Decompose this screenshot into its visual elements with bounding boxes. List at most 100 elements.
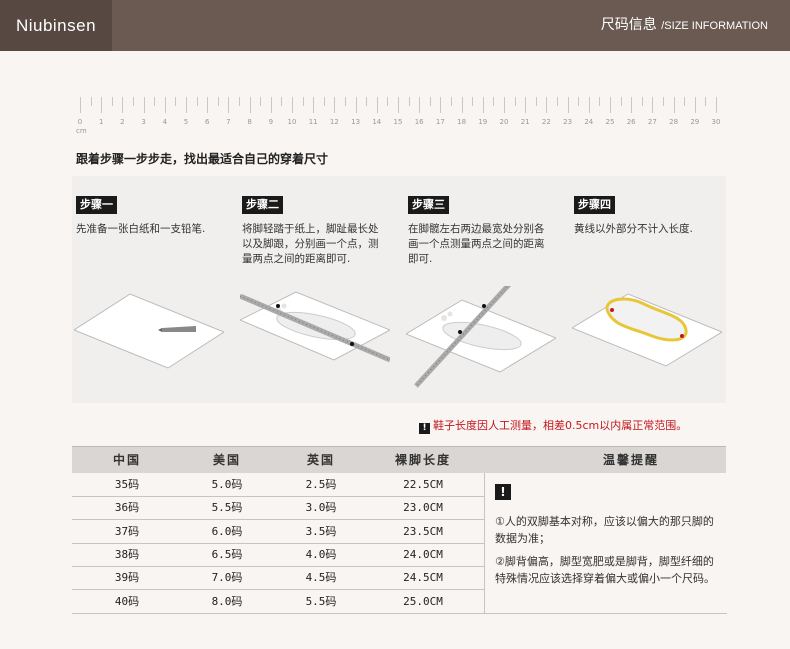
ruler-tick	[387, 97, 389, 106]
ruler-tick	[461, 97, 463, 113]
cell-uk: 2.5码	[305, 478, 337, 491]
ruler-number: 24	[584, 118, 594, 126]
ruler-tick	[610, 97, 611, 113]
paper-pencil-illustration	[74, 293, 224, 369]
ruler-number: 29	[690, 118, 700, 126]
ruler-tick	[133, 97, 134, 106]
ruler-number: 20	[499, 118, 509, 126]
step-2-desc: 将脚轻踏于纸上，脚趾最长处以及脚跟，分别画一个点，测量两点之间的距离即可.	[242, 223, 379, 265]
ruler-tick	[366, 97, 368, 106]
ruler-number: 7	[226, 118, 231, 126]
cell-foot-length: 25.0CM	[403, 594, 443, 608]
ruler-tick	[567, 97, 569, 113]
ruler-number: 18	[457, 118, 467, 126]
ruler-tick	[684, 97, 686, 106]
ruler-tick	[313, 97, 315, 113]
ruler-number: 21	[520, 118, 530, 126]
ruler-number: 4	[162, 118, 168, 126]
table-row: 38码 6.5码 4.0码 24.0CM	[72, 543, 484, 567]
header-bar: Niubinsen 尺码信息 /SIZE INFORMATION	[0, 0, 790, 51]
ruler-tick	[578, 97, 580, 106]
ruler-tick	[345, 97, 346, 106]
cell-china: 35码	[114, 478, 140, 491]
ruler-tick	[504, 97, 505, 113]
ruler-number: 23	[563, 118, 573, 126]
ruler-tick	[239, 97, 240, 106]
ruler-tick	[302, 97, 304, 106]
table-row: 37码 6.0码 3.5码 23.5CM	[72, 520, 484, 544]
ruler-tick	[249, 97, 251, 113]
tip-2: ②脚背偏高，脚型宽肥或是脚背，脚型纤细的特殊情况应该选择穿着偏大或偏小一个尺码。	[495, 555, 715, 585]
header-foot-length: 裸脚长度	[394, 453, 451, 467]
foot-outline-illustration	[572, 293, 722, 367]
ruler-number: 27	[647, 118, 657, 126]
ruler-tick	[451, 97, 452, 106]
ruler-number: 16	[414, 118, 424, 126]
ruler-tick	[631, 97, 633, 113]
step-1-desc: 先准备一张白纸和一支铅笔.	[76, 223, 206, 235]
ruler-tick	[281, 97, 283, 106]
ruler-number: 28	[669, 118, 679, 126]
ruler-tick	[535, 97, 537, 106]
size-table: 中国 美国 英国 裸脚长度 温馨提醒 35码 5.0码 2.5码 22.5CM 36码 5…	[72, 446, 727, 614]
table-row: 40码 8.0码 5.5码 25.0CM	[72, 590, 484, 614]
cell-foot-length: 24.5CM	[403, 571, 443, 585]
ruler-number: 25	[605, 118, 615, 126]
cell-china: 39码	[114, 571, 140, 585]
ruler-number: 13	[351, 118, 361, 126]
section-title-cn: 尺码信息	[600, 17, 657, 33]
ruler-tick	[673, 97, 675, 113]
ruler-number: 9	[268, 118, 274, 126]
ruler-tick	[440, 97, 442, 113]
warning-icon: !	[419, 423, 430, 434]
ruler-number: 30	[711, 118, 721, 126]
cell-foot-length: 24.0CM	[403, 547, 443, 561]
section-title-en: /SIZE INFORMATION	[661, 20, 768, 32]
table-row: 36码 5.5码 3.0码 23.0CM	[72, 496, 484, 521]
ruler-tick	[164, 97, 166, 113]
ruler-tick	[228, 97, 230, 113]
ruler-number: 17	[435, 118, 445, 126]
ruler-tick	[217, 97, 219, 106]
cell-uk: 3.0码	[305, 501, 337, 515]
ruler-number: 2	[120, 118, 125, 126]
ruler-tick	[620, 97, 622, 106]
step-2: 步骤二 将脚轻踏于纸上，脚趾最长处以及脚跟，分别画一个点，测量两点之间的距离即可…	[242, 193, 380, 267]
ruler-number: 5	[183, 118, 189, 126]
ruler-tick	[429, 97, 431, 106]
ruler-tick	[398, 97, 399, 113]
cell-foot-length: 23.0CM	[403, 501, 443, 515]
cell-foot-length: 22.5CM	[403, 478, 443, 491]
cell-uk: 4.0码	[305, 547, 337, 561]
header-china: 中国	[112, 453, 141, 467]
ruler-tick	[80, 97, 81, 113]
measurement-notice: ! 鞋子长度因人工测量，相差0.5cm以内属正常范围。	[419, 417, 687, 434]
ruler-tick	[101, 97, 103, 113]
cell-china: 37码	[114, 524, 140, 538]
tips-panel: ! ①人的双脚基本对称，应该以偏大的那只脚的数据为准； ②脚背偏高，脚型宽肥或是…	[484, 473, 727, 614]
cell-foot-length: 23.5CM	[403, 524, 443, 538]
cell-china: 36码	[114, 501, 140, 515]
ruler-number: 22	[541, 118, 551, 126]
step-1-label: 步骤一	[76, 196, 117, 214]
ruler-tick	[599, 97, 601, 106]
ruler-tick	[175, 97, 177, 106]
ruler-tick	[641, 97, 643, 106]
table-row: 39码 7.0码 4.5码 24.5CM	[72, 566, 484, 591]
notice-text: 鞋子长度因人工测量，相差0.5cm以内属正常范围。	[433, 419, 688, 432]
ruler-tick	[546, 97, 548, 113]
guide-text: 跟着步骤一步步走，找出最适合自己的穿着尺寸	[76, 152, 329, 166]
cell-uk: 3.5码	[305, 524, 337, 538]
ruler-tick	[408, 97, 410, 106]
step-4-label: 步骤四	[574, 196, 615, 214]
brand-logo: Niubinsen	[0, 0, 112, 51]
ruler-tick	[260, 97, 262, 106]
step-3-label: 步骤三	[408, 196, 449, 214]
ruler-tick	[292, 97, 293, 113]
tip-1: ①人的双脚基本对称，应该以偏大的那只脚的数据为准；	[495, 515, 714, 545]
ruler-tick	[334, 97, 336, 113]
ruler-number: 0	[77, 118, 83, 126]
cell-uk: 5.5码	[305, 594, 337, 608]
ruler-tick	[186, 97, 187, 113]
steps-panel: 步骤一 先准备一张白纸和一支铅笔. 步骤二 将脚轻踏于纸上，脚趾最长处以及脚跟，…	[72, 176, 726, 403]
